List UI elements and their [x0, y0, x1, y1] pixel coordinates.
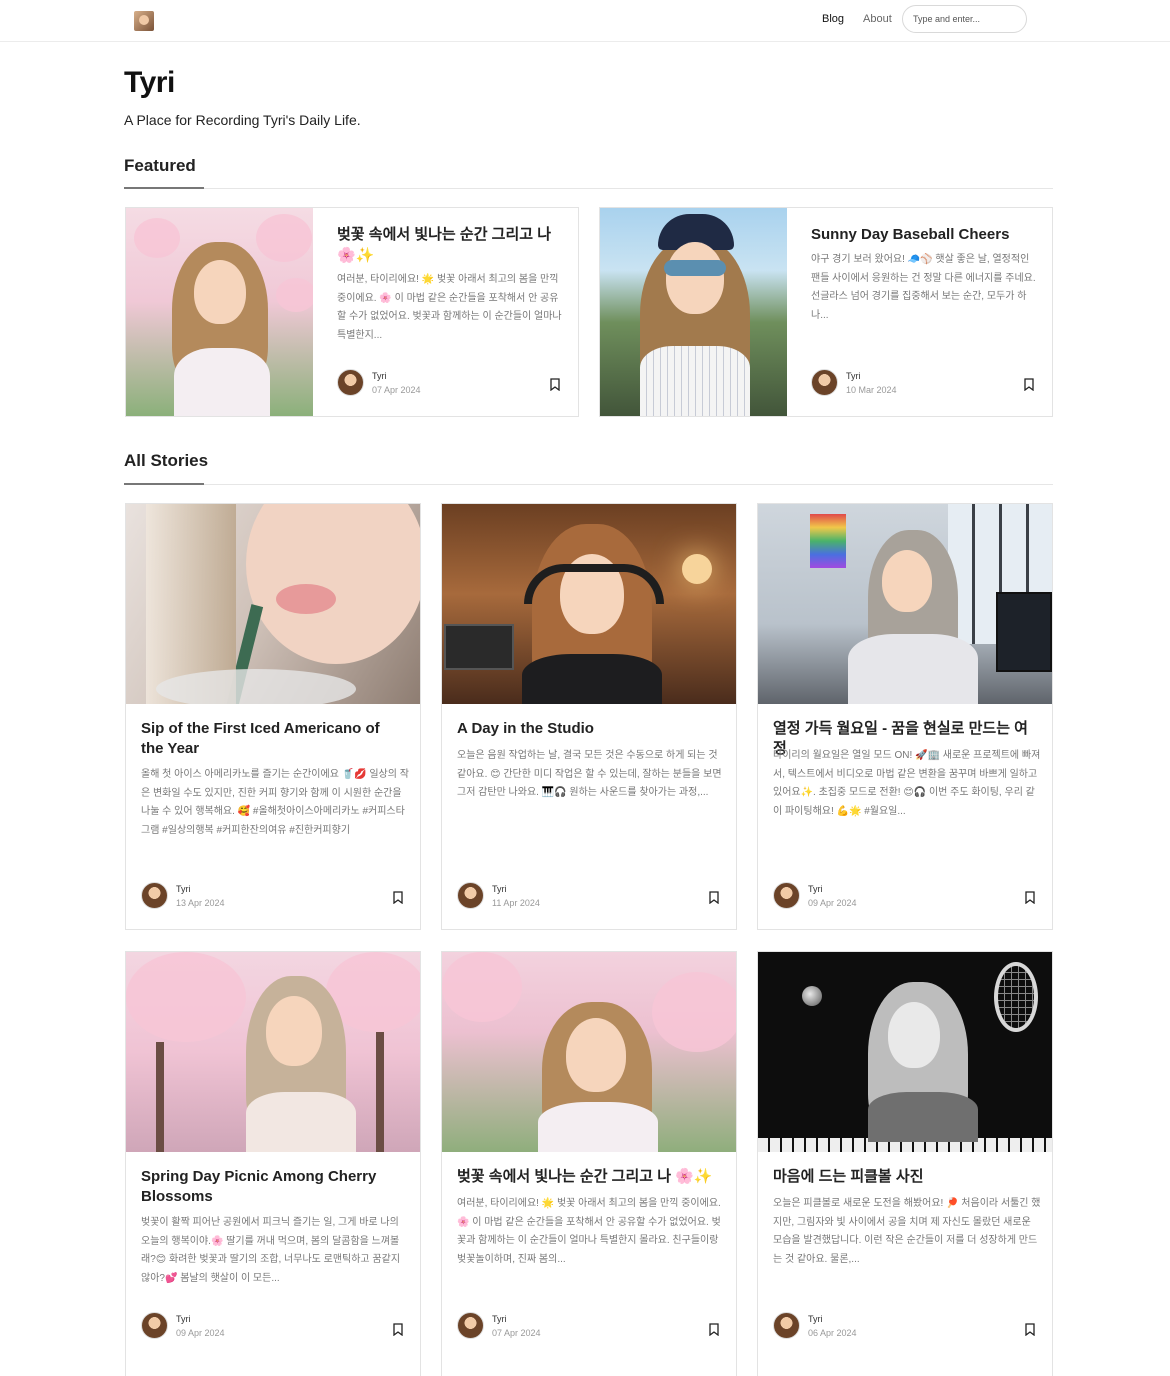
story-image[interactable] [442, 952, 736, 1152]
avatar[interactable] [811, 369, 838, 396]
post-date: 07 Apr 2024 [492, 1328, 541, 1338]
avatar[interactable] [457, 882, 484, 909]
bookmark-icon[interactable] [1025, 891, 1035, 904]
story-excerpt: 오늘은 피클볼로 새로운 도전을 해봤어요! 🏓 처음이라 서툴긴 했지만, 그… [773, 1198, 1041, 1265]
author-info: Tyri 10 Mar 2024 [811, 369, 971, 399]
author-name[interactable]: Tyri [176, 884, 191, 894]
avatar[interactable] [141, 882, 168, 909]
avatar[interactable] [141, 1312, 168, 1339]
avatar[interactable] [773, 1312, 800, 1339]
post-date: 10 Mar 2024 [846, 385, 897, 395]
avatar[interactable] [337, 369, 364, 396]
bookmark-icon[interactable] [1025, 1323, 1035, 1336]
site-description: A Place for Recording Tyri's Daily Life. [124, 112, 361, 128]
story-image[interactable] [758, 504, 1052, 704]
story-card[interactable]: 벚꽃 속에서 빛나는 순간 그리고 나 🌸✨ 여러분, 타이리에요! 🌟 벚꽃 … [441, 951, 737, 1376]
author-info: Tyri 06 Apr 2024 [773, 1312, 933, 1342]
featured-image[interactable] [600, 208, 787, 416]
author-info: Tyri 09 Apr 2024 [141, 1312, 301, 1342]
author-info: Tyri 07 Apr 2024 [337, 369, 497, 399]
post-date: 07 Apr 2024 [372, 385, 421, 395]
author-name[interactable]: Tyri [808, 1314, 823, 1324]
story-title[interactable]: A Day in the Studio [457, 719, 719, 739]
story-image[interactable] [126, 504, 420, 704]
featured-image[interactable] [126, 208, 313, 416]
story-excerpt: 타이리의 월요일은 열일 모드 ON! 🚀🏢 새로운 프로젝트에 빠져서, 텍스… [773, 750, 1041, 817]
story-excerpt: 올해 첫 아이스 아메리카노를 즐기는 순간이에요 🥤💋 일상의 작은 변화일 … [141, 769, 409, 836]
all-stories-divider [124, 483, 1053, 485]
author-name[interactable]: Tyri [846, 371, 861, 381]
post-date: 09 Apr 2024 [808, 898, 857, 908]
story-title[interactable]: Sip of the First Iced Americano of the Y… [141, 719, 403, 759]
logo-icon[interactable] [134, 11, 154, 31]
story-excerpt: 벚꽃이 활짝 피어난 공원에서 피크닉 즐기는 일, 그게 바로 나의 오늘의 … [141, 1217, 401, 1284]
avatar[interactable] [457, 1312, 484, 1339]
story-title[interactable]: Spring Day Picnic Among Cherry Blossoms [141, 1167, 403, 1207]
post-date: 11 Apr 2024 [492, 898, 540, 908]
post-date: 09 Apr 2024 [176, 1328, 225, 1338]
story-card[interactable]: Spring Day Picnic Among Cherry Blossoms … [125, 951, 421, 1376]
featured-excerpt: 야구 경기 보러 왔어요! 🧢⚾ 햇살 좋은 날, 열정적인 팬들 사이에서 응… [811, 254, 1036, 321]
author-info: Tyri 11 Apr 2024 [457, 882, 617, 912]
story-image[interactable] [126, 952, 420, 1152]
featured-divider [124, 187, 1053, 189]
story-card[interactable]: Sip of the First Iced Americano of the Y… [125, 503, 421, 930]
bookmark-icon[interactable] [393, 1323, 403, 1336]
story-card[interactable]: 마음에 드는 피클볼 사진 오늘은 피클볼로 새로운 도전을 해봤어요! 🏓 처… [757, 951, 1053, 1376]
author-info: Tyri 07 Apr 2024 [457, 1312, 617, 1342]
featured-card[interactable]: Sunny Day Baseball Cheers 야구 경기 보러 왔어요! … [599, 207, 1053, 417]
all-stories-heading: All Stories [124, 451, 209, 470]
story-card[interactable]: A Day in the Studio 오늘은 음원 작업하는 날, 결국 모든… [441, 503, 737, 930]
post-date: 06 Apr 2024 [808, 1328, 857, 1338]
nav-about-link[interactable]: About [863, 13, 892, 25]
bookmark-icon[interactable] [550, 378, 560, 391]
author-name[interactable]: Tyri [492, 884, 507, 894]
search-input[interactable] [902, 5, 1027, 33]
story-excerpt: 여러분, 타이리에요! 🌟 벚꽃 아래서 최고의 봄을 만끽 중이에요. 🌸 이… [457, 1198, 721, 1265]
author-name[interactable]: Tyri [176, 1314, 191, 1324]
bookmark-icon[interactable] [709, 1323, 719, 1336]
bookmark-icon[interactable] [1024, 378, 1034, 391]
author-info: Tyri 13 Apr 2024 [141, 882, 301, 912]
avatar[interactable] [773, 882, 800, 909]
featured-title[interactable]: 벚꽃 속에서 빛나는 순간 그리고 나 🌸✨ [337, 224, 557, 266]
story-excerpt: 오늘은 음원 작업하는 날, 결국 모든 것은 수동으로 하게 되는 것 같아요… [457, 750, 722, 798]
featured-heading: Featured [124, 156, 196, 175]
author-name[interactable]: Tyri [492, 1314, 507, 1324]
story-title[interactable]: 벚꽃 속에서 빛나는 순간 그리고 나 🌸✨ [457, 1167, 719, 1187]
author-info: Tyri 09 Apr 2024 [773, 882, 933, 912]
featured-card[interactable]: 벚꽃 속에서 빛나는 순간 그리고 나 🌸✨ 여러분, 타이리에요! 🌟 벚꽃 … [125, 207, 579, 417]
author-name[interactable]: Tyri [372, 371, 387, 381]
nav-blog-link[interactable]: Blog [822, 13, 844, 25]
story-image[interactable] [758, 952, 1052, 1152]
featured-excerpt: 여러분, 타이리에요! 🌟 벚꽃 아래서 최고의 봄을 만끽 중이에요. 🌸 이… [337, 274, 562, 341]
post-date: 13 Apr 2024 [176, 898, 225, 908]
featured-title[interactable]: Sunny Day Baseball Cheers [811, 224, 1031, 245]
author-name[interactable]: Tyri [808, 884, 823, 894]
story-title[interactable]: 마음에 드는 피클볼 사진 [773, 1167, 1035, 1187]
bookmark-icon[interactable] [393, 891, 403, 904]
story-card[interactable]: 열정 가득 월요일 - 꿈을 현실로 만드는 여정 타이리의 월요일은 열일 모… [757, 503, 1053, 930]
bookmark-icon[interactable] [709, 891, 719, 904]
top-navigation-bar: Blog About [0, 0, 1170, 42]
story-image[interactable] [442, 504, 736, 704]
site-title: Tyri [124, 66, 175, 99]
